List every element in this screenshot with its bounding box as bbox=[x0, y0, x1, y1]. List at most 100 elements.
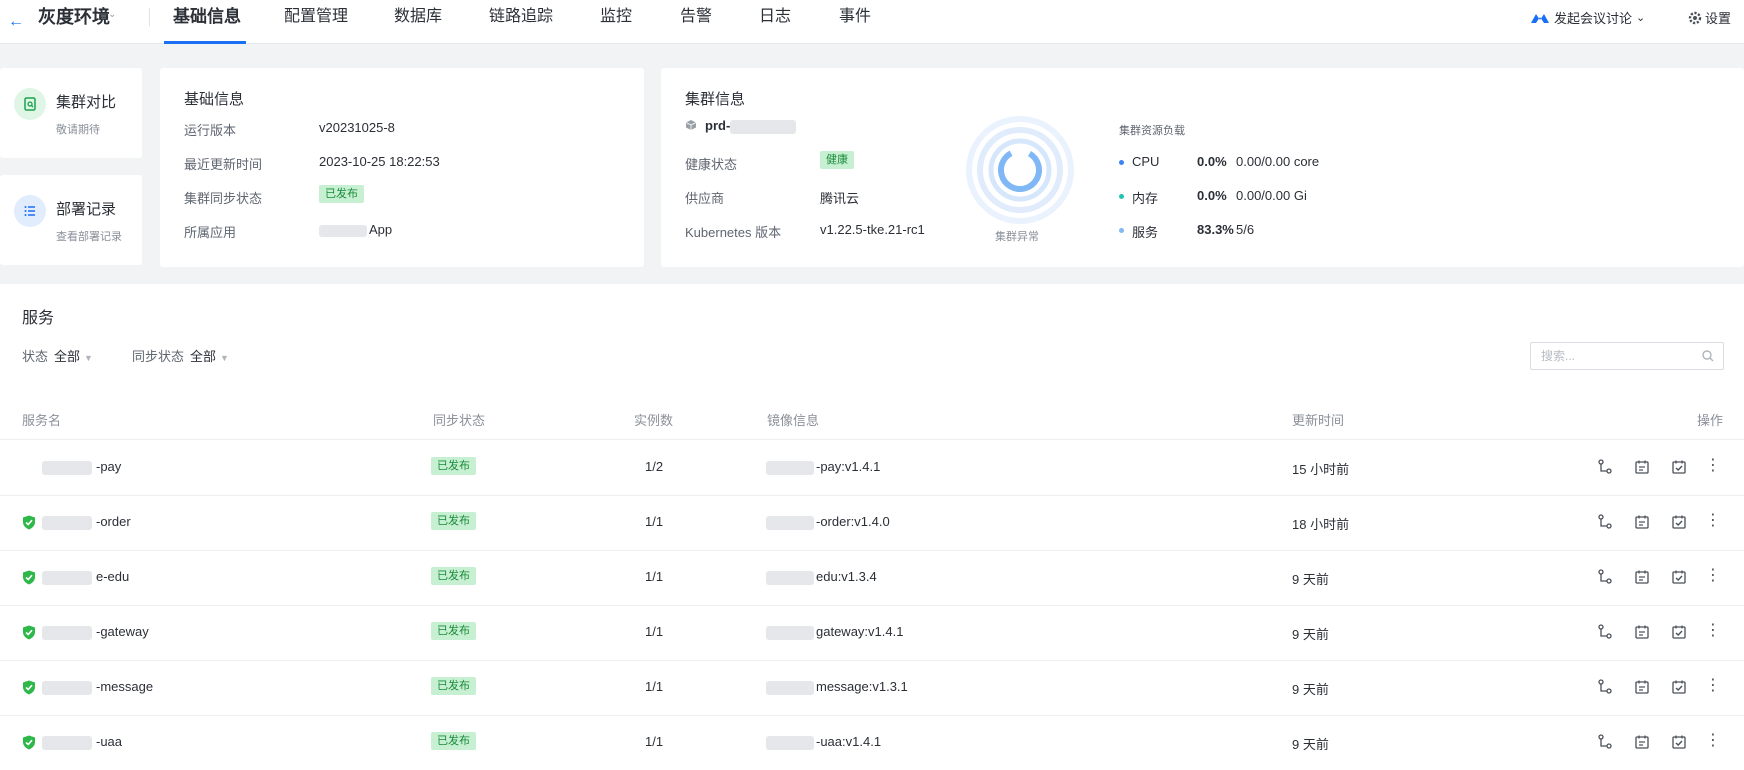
ring-caption: 集群异常 bbox=[995, 231, 1039, 243]
chevron-down-icon[interactable]: ⌄ bbox=[108, 9, 116, 20]
active-tab-indicator bbox=[164, 41, 246, 44]
status-badge: 已发布 bbox=[431, 567, 476, 585]
owning-app: App bbox=[319, 222, 392, 237]
service-name[interactable]: -pay bbox=[42, 459, 121, 475]
sync-status: 已发布 bbox=[431, 732, 476, 750]
topology-icon[interactable] bbox=[1596, 678, 1614, 696]
image-tag: -uaa:v1.4.1 bbox=[816, 734, 882, 749]
load-row-memory: 内存 0.0% 0.00/0.00 Gi bbox=[1119, 188, 1359, 206]
status-filter[interactable]: 状态 全部 ▼ bbox=[22, 346, 93, 365]
redacted-text bbox=[766, 735, 814, 750]
calendar-icon[interactable] bbox=[1633, 623, 1651, 641]
more-icon[interactable]: ⋮ bbox=[1704, 678, 1722, 696]
service-name[interactable]: -gateway bbox=[42, 624, 149, 640]
updated-time: 9 天前 bbox=[1292, 737, 1329, 752]
search-input[interactable] bbox=[1531, 343, 1691, 369]
tab-events[interactable]: 事件 bbox=[839, 6, 871, 28]
calendar-icon[interactable] bbox=[1633, 678, 1651, 696]
service-name[interactable]: e-edu bbox=[42, 569, 129, 585]
deploy-records-card[interactable]: 部署记录 查看部署记录 bbox=[0, 175, 142, 265]
legend-dot bbox=[1119, 194, 1124, 199]
calendar-check-icon[interactable] bbox=[1670, 513, 1688, 531]
search-icon[interactable] bbox=[1701, 349, 1715, 363]
topology-icon[interactable] bbox=[1596, 458, 1614, 476]
calendar-check-icon[interactable] bbox=[1670, 678, 1688, 696]
image-tag: gateway:v1.4.1 bbox=[816, 624, 904, 639]
services-panel: 服务 状态全部▼ 同步状态全部▼ 服务名 同步状态 实例数 镜像信息 更新时间 … bbox=[0, 284, 1744, 770]
table-row: -gateway 已发布 1/1 gateway:v1.4.1 9 天前 ⋮ bbox=[0, 606, 1744, 661]
provider: 腾讯云 bbox=[820, 191, 860, 206]
sync-status: 已发布 bbox=[431, 622, 476, 640]
meeting-logo-icon bbox=[1531, 13, 1549, 23]
load-name: 服务 bbox=[1132, 225, 1159, 240]
tab-monitoring[interactable]: 监控 bbox=[600, 6, 632, 28]
list-icon bbox=[14, 195, 46, 227]
calendar-check-icon[interactable] bbox=[1670, 568, 1688, 586]
table-row: -uaa 已发布 1/1 -uaa:v1.4.1 9 天前 ⋮ bbox=[0, 716, 1744, 770]
column-header: 更新时间 bbox=[1292, 413, 1345, 428]
cluster-info-title: 集群信息 bbox=[685, 91, 746, 108]
owning-app-name: App bbox=[369, 222, 393, 237]
calendar-check-icon[interactable] bbox=[1670, 623, 1688, 641]
image-info: edu:v1.3.4 bbox=[766, 569, 877, 585]
calendar-icon[interactable] bbox=[1633, 568, 1651, 586]
sync-status-filter[interactable]: 同步状态 全部 ▼ bbox=[132, 346, 229, 365]
service-name-text: -gateway bbox=[96, 624, 149, 639]
redacted-text bbox=[766, 625, 814, 640]
redacted-text bbox=[730, 119, 797, 134]
image-tag: -order:v1.4.0 bbox=[816, 514, 890, 529]
column-header: 实例数 bbox=[634, 413, 674, 428]
topology-icon[interactable] bbox=[1596, 623, 1614, 641]
more-icon[interactable]: ⋮ bbox=[1704, 623, 1722, 641]
status-badge: 已发布 bbox=[431, 512, 476, 530]
status-badge: 已发布 bbox=[431, 677, 476, 695]
instance-count: 1/2 bbox=[645, 459, 664, 474]
service-name[interactable]: -message bbox=[42, 679, 153, 695]
calendar-check-icon[interactable] bbox=[1670, 458, 1688, 476]
topology-icon[interactable] bbox=[1596, 733, 1614, 751]
redacted-text bbox=[42, 460, 92, 475]
health-status: 健康 bbox=[820, 151, 854, 169]
image-tag: -pay:v1.4.1 bbox=[816, 459, 881, 474]
service-name-text: -order bbox=[96, 514, 131, 529]
image-tag: edu:v1.3.4 bbox=[816, 569, 877, 584]
calendar-icon[interactable] bbox=[1633, 733, 1651, 751]
load-pct: 0.0% bbox=[1197, 188, 1227, 203]
more-icon[interactable]: ⋮ bbox=[1704, 568, 1722, 586]
tab-alerts[interactable]: 告警 bbox=[680, 6, 712, 28]
sync-status: 已发布 bbox=[431, 512, 476, 530]
cluster-compare-card[interactable]: 集群对比 敬请期待 bbox=[0, 68, 142, 158]
status-badge: 已发布 bbox=[431, 622, 476, 640]
tab-database[interactable]: 数据库 bbox=[394, 6, 442, 28]
calendar-icon[interactable] bbox=[1633, 513, 1651, 531]
calendar-icon[interactable] bbox=[1633, 458, 1651, 476]
start-meeting-label: 发起会议讨论 bbox=[1554, 11, 1633, 26]
tab-logs[interactable]: 日志 bbox=[759, 6, 791, 28]
environment-title[interactable]: 灰度环境 bbox=[38, 6, 110, 28]
chevron-down-icon: ⌄ bbox=[1636, 12, 1646, 24]
tab-basic-info[interactable]: 基础信息 bbox=[173, 6, 241, 28]
column-header: 操作 bbox=[1697, 413, 1724, 428]
service-name[interactable]: -order bbox=[42, 514, 131, 530]
redacted-text bbox=[42, 735, 92, 750]
redacted-text bbox=[766, 460, 814, 475]
more-icon[interactable]: ⋮ bbox=[1704, 458, 1722, 476]
more-icon[interactable]: ⋮ bbox=[1704, 513, 1722, 531]
updated-time: 9 天前 bbox=[1292, 627, 1329, 642]
tab-tracing[interactable]: 链路追踪 bbox=[489, 6, 553, 28]
instance-count: 1/1 bbox=[645, 624, 664, 639]
calendar-check-icon[interactable] bbox=[1670, 733, 1688, 751]
redacted-text bbox=[42, 570, 92, 585]
image-info: -pay:v1.4.1 bbox=[766, 459, 880, 475]
settings-button[interactable]: 设置 bbox=[1688, 8, 1731, 27]
topology-icon[interactable] bbox=[1596, 513, 1614, 531]
back-arrow-icon[interactable]: ← bbox=[4, 10, 28, 34]
start-meeting-button[interactable]: 发起会议讨论 ⌄ bbox=[1530, 8, 1645, 27]
kv-label: 最近更新时间 bbox=[184, 157, 263, 172]
load-row-services: 服务 83.3% 5/6 bbox=[1119, 222, 1359, 240]
tab-config[interactable]: 配置管理 bbox=[284, 6, 348, 28]
topology-icon[interactable] bbox=[1596, 568, 1614, 586]
more-icon[interactable]: ⋮ bbox=[1704, 733, 1722, 751]
image-info: gateway:v1.4.1 bbox=[766, 624, 903, 640]
service-name[interactable]: -uaa bbox=[42, 734, 122, 750]
